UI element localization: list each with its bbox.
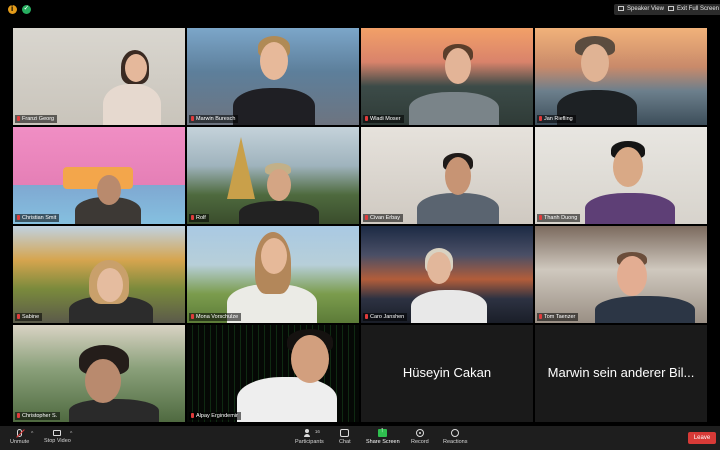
video-options-caret[interactable]: ^ — [70, 431, 72, 437]
record-button[interactable]: Record — [411, 429, 429, 445]
video-off-tile[interactable]: Hüseyin Cakan — [361, 325, 533, 422]
video-tile[interactable]: Mona Vorschulze — [187, 226, 359, 323]
unmute-button[interactable]: Unmute — [10, 429, 29, 445]
video-tile[interactable]: Thanh Duong — [535, 127, 707, 224]
mic-muted-icon — [17, 214, 20, 220]
video-tile[interactable]: Wladi Moser — [361, 28, 533, 125]
mic-muted-icon — [191, 412, 194, 418]
video-off-tile[interactable]: Marwin sein anderer Bil... — [535, 325, 707, 422]
mic-muted-icon — [191, 313, 194, 319]
top-bar: Speaker View Exit Full Screen — [0, 0, 720, 18]
participant-name: Mona Vorschulze — [189, 313, 242, 321]
mic-muted-icon — [539, 313, 542, 319]
participant-name: Civan Erbay — [363, 214, 403, 222]
participant-name: Christopher S. — [15, 412, 61, 420]
chat-icon — [340, 429, 350, 437]
participants-icon: 16 — [303, 429, 320, 437]
mic-muted-icon — [191, 214, 194, 220]
meeting-toolbar: Unmute ^ Stop Video ^ 16 Participants Ch… — [0, 426, 720, 450]
participant-name: Alpay Ergindemir — [189, 412, 241, 420]
video-camera-icon — [53, 430, 62, 436]
grid-icon — [618, 6, 624, 11]
participant-name: Marwin Buresch — [189, 115, 239, 123]
record-icon — [415, 429, 424, 437]
video-tile[interactable]: Christian Smit — [13, 127, 185, 224]
reactions-icon — [451, 429, 460, 437]
participant-name: Sabine — [15, 313, 43, 321]
participant-name: Christian Smit — [15, 214, 60, 222]
mic-muted-icon — [17, 313, 20, 319]
participant-name: Jan Riefling — [537, 115, 576, 123]
mic-muted-icon — [191, 115, 194, 121]
video-tile[interactable]: Franzi Georg — [13, 28, 185, 125]
video-tile[interactable]: Tom Taenzer — [535, 226, 707, 323]
mic-muted-icon — [539, 214, 542, 220]
reactions-button[interactable]: Reactions — [443, 429, 467, 445]
security-shield-icon[interactable] — [22, 4, 31, 14]
exit-full-screen-button[interactable]: Exit Full Screen — [664, 4, 720, 15]
stop-video-button[interactable]: Stop Video — [44, 429, 71, 444]
video-tile[interactable]: Marwin Buresch — [187, 28, 359, 125]
mic-muted-icon — [365, 214, 368, 220]
leave-button[interactable]: Leave — [688, 432, 716, 444]
participant-name: Rolf — [189, 214, 209, 222]
video-tile[interactable]: Rolf — [187, 127, 359, 224]
mic-muted-icon — [365, 313, 368, 319]
participant-name: Franzi Georg — [15, 115, 58, 123]
participant-name-large: Marwin sein anderer Bil... — [547, 365, 695, 380]
mic-muted-icon — [17, 412, 20, 418]
meeting-info-icon[interactable] — [8, 4, 17, 14]
mic-muted-icon — [17, 115, 20, 121]
video-tile[interactable]: Civan Erbay — [361, 127, 533, 224]
microphone-muted-icon — [17, 429, 23, 437]
chat-button[interactable]: Chat — [339, 429, 351, 445]
video-tile[interactable]: Christopher S. — [13, 325, 185, 422]
participant-name: Caro Janshen — [363, 313, 408, 321]
participant-name: Wladi Moser — [363, 115, 404, 123]
participants-button[interactable]: 16 Participants — [295, 429, 324, 445]
share-screen-icon — [378, 427, 388, 437]
video-tile[interactable]: Alpay Ergindemir — [187, 325, 359, 422]
share-screen-button[interactable]: Share Screen — [366, 427, 400, 445]
participant-name: Tom Taenzer — [537, 313, 579, 321]
participant-name-large: Hüseyin Cakan — [402, 365, 492, 380]
fullscreen-icon — [668, 6, 674, 11]
participant-name: Thanh Duong — [537, 214, 581, 222]
speaker-view-button[interactable]: Speaker View — [614, 4, 668, 15]
audio-options-caret[interactable]: ^ — [31, 431, 33, 437]
mic-muted-icon — [539, 115, 542, 121]
video-tile[interactable]: Caro Janshen — [361, 226, 533, 323]
video-tile[interactable]: Jan Riefling — [535, 28, 707, 125]
mic-muted-icon — [365, 115, 368, 121]
video-tile[interactable]: Sabine — [13, 226, 185, 323]
